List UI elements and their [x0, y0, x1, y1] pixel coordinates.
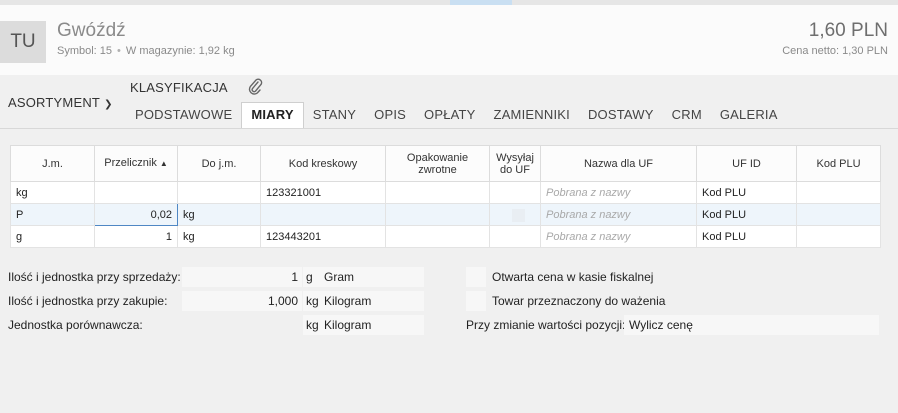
cell-uf-id[interactable]: Kod PLU [696, 181, 797, 204]
tab-klasyfikacja[interactable]: KLASYFIKACJA [130, 80, 228, 95]
col-header-do-jm[interactable]: Do j.m. [177, 145, 261, 182]
cell-jm[interactable]: P [10, 203, 95, 226]
paperclip-icon[interactable] [247, 78, 263, 96]
cell-opakowanie[interactable] [385, 203, 490, 226]
col-header-kod-plu[interactable]: Kod PLU [796, 145, 881, 182]
cell-przelicznik-editing[interactable]: 0,02 [94, 203, 178, 226]
grid-header-row: J.m. Przelicznik ▲ Do j.m. Kod kreskowy O… [10, 145, 881, 182]
table-row[interactable]: kg 123321001 Pobrana z nazwy Kod PLU [10, 181, 881, 204]
cell-opakowanie[interactable] [385, 181, 490, 204]
cell-uf-id[interactable]: Kod PLU [696, 203, 797, 226]
product-name: Gwóźdź [57, 20, 126, 41]
value-change-select[interactable]: Wylicz cenę [624, 315, 879, 335]
compare-unit-select[interactable]: kg Kilogram [303, 315, 424, 335]
compare-unit-name: Kilogram [324, 318, 372, 332]
sale-unit-name: Gram [324, 270, 354, 284]
cell-do-jm[interactable]: kg [177, 203, 261, 226]
product-meta: Symbol: 15 • W magazynie: 1,92 kg [57, 45, 235, 57]
tab-crm[interactable]: CRM [663, 102, 711, 129]
tab-miary[interactable]: MIARY [241, 102, 304, 129]
col-header-przelicznik-label: Przelicznik [104, 157, 157, 169]
asortyment-dropdown[interactable]: ASORTYMENT ❯ [8, 95, 113, 110]
cell-do-jm[interactable]: kg [177, 225, 261, 248]
product-net-price: Cena netto: 1,30 PLN [782, 45, 888, 57]
tab-zamienniki[interactable]: ZAMIENNIKI [485, 102, 579, 129]
cell-nazwa-uf[interactable]: Pobrana z nazwy [540, 181, 697, 204]
weighing-checkbox[interactable] [466, 291, 486, 311]
units-grid: J.m. Przelicznik ▲ Do j.m. Kod kreskowy O… [10, 145, 881, 248]
compare-unit-code: kg [306, 318, 319, 332]
col-header-opakowanie-zwrotne[interactable]: Opakowanie zwrotne [385, 145, 490, 182]
sale-unit-code: g [306, 270, 313, 284]
cell-nazwa-uf[interactable]: Pobrana z nazwy [540, 225, 697, 248]
open-price-label: Otwarta cena w kasie fiskalnej [492, 270, 654, 284]
tab-podstawowe[interactable]: PODSTAWOWE [126, 102, 241, 129]
tab-stany[interactable]: STANY [304, 102, 365, 129]
col-header-nazwa-dla-uf[interactable]: Nazwa dla UF [540, 145, 697, 182]
col-header-uf-id[interactable]: UF ID [696, 145, 797, 182]
cell-uf-id[interactable]: Kod PLU [696, 225, 797, 248]
table-row[interactable]: P 0,02 kg Pobrana z nazwy Kod PLU [10, 203, 881, 226]
cell-kod-kreskowy[interactable]: 123321001 [260, 181, 386, 204]
product-symbol: Symbol: 15 [57, 45, 113, 57]
product-header: TU Gwóźdź Symbol: 15 • W magazynie: 1,92 k… [0, 5, 898, 75]
tab-oplaty[interactable]: OPŁATY [415, 102, 485, 129]
tab-dostawy[interactable]: DOSTAWY [579, 102, 663, 129]
cell-kod-plu[interactable] [796, 181, 881, 204]
cell-jm[interactable]: kg [10, 181, 95, 204]
cell-kod-plu[interactable] [796, 203, 881, 226]
cell-wysylaj[interactable] [489, 181, 541, 204]
cell-do-jm[interactable] [177, 181, 261, 204]
tab-bar: PODSTAWOWE MIARY STANY OPIS OPŁATY ZAMIE… [126, 102, 787, 129]
purchase-unit-select[interactable]: kg Kilogram [303, 291, 424, 311]
chevron-down-icon: ❯ [104, 99, 113, 110]
col-header-kod-kreskowy[interactable]: Kod kreskowy [260, 145, 386, 182]
product-price: 1,60 PLN [808, 20, 888, 41]
col-header-jm[interactable]: J.m. [10, 145, 95, 182]
value-change-label: Przy zmianie wartości pozycji: [466, 318, 626, 332]
sort-ascending-icon: ▲ [159, 159, 168, 168]
cell-wysylaj[interactable] [489, 203, 541, 226]
cell-jm[interactable]: g [10, 225, 95, 248]
tab-galeria[interactable]: GALERIA [711, 102, 787, 129]
product-stock: W magazynie: 1,92 kg [125, 45, 235, 57]
wysylaj-checkbox[interactable] [512, 208, 525, 222]
purchase-quantity-input[interactable]: 1,000 [182, 291, 302, 311]
meta-separator: • [117, 45, 121, 57]
cell-opakowanie[interactable] [385, 225, 490, 248]
weighing-label: Towar przeznaczony do ważenia [492, 294, 666, 308]
asortyment-label: ASORTYMENT [8, 95, 101, 110]
table-row[interactable]: g 1 kg 123443201 Pobrana z nazwy Kod PLU [10, 225, 881, 248]
cell-wysylaj[interactable] [489, 225, 541, 248]
miary-panel: J.m. Przelicznik ▲ Do j.m. Kod kreskowy O… [0, 128, 898, 413]
cell-kod-kreskowy[interactable] [260, 203, 386, 226]
col-header-wysylaj-do-uf[interactable]: Wysyłaj do UF [489, 145, 541, 182]
tab-opis[interactable]: OPIS [365, 102, 415, 129]
cell-przelicznik[interactable]: 1 [94, 225, 178, 248]
purchase-unit-label: Ilość i jednostka przy zakupie: [8, 294, 168, 308]
sale-quantity-input[interactable]: 1 [182, 267, 302, 287]
col-header-przelicznik[interactable]: Przelicznik ▲ [94, 145, 178, 182]
product-avatar: TU [0, 21, 46, 63]
cell-przelicznik[interactable] [94, 181, 178, 204]
cell-kod-plu[interactable] [796, 225, 881, 248]
purchase-unit-name: Kilogram [324, 294, 372, 308]
open-price-checkbox[interactable] [466, 267, 486, 287]
cell-kod-kreskowy[interactable]: 123443201 [260, 225, 386, 248]
cell-nazwa-uf[interactable]: Pobrana z nazwy [540, 203, 697, 226]
sale-unit-select[interactable]: g Gram [303, 267, 424, 287]
sale-unit-label: Ilość i jednostka przy sprzedaży: [8, 270, 181, 284]
compare-unit-label: Jednostka porównawcza: [8, 318, 143, 332]
purchase-unit-code: kg [306, 294, 319, 308]
